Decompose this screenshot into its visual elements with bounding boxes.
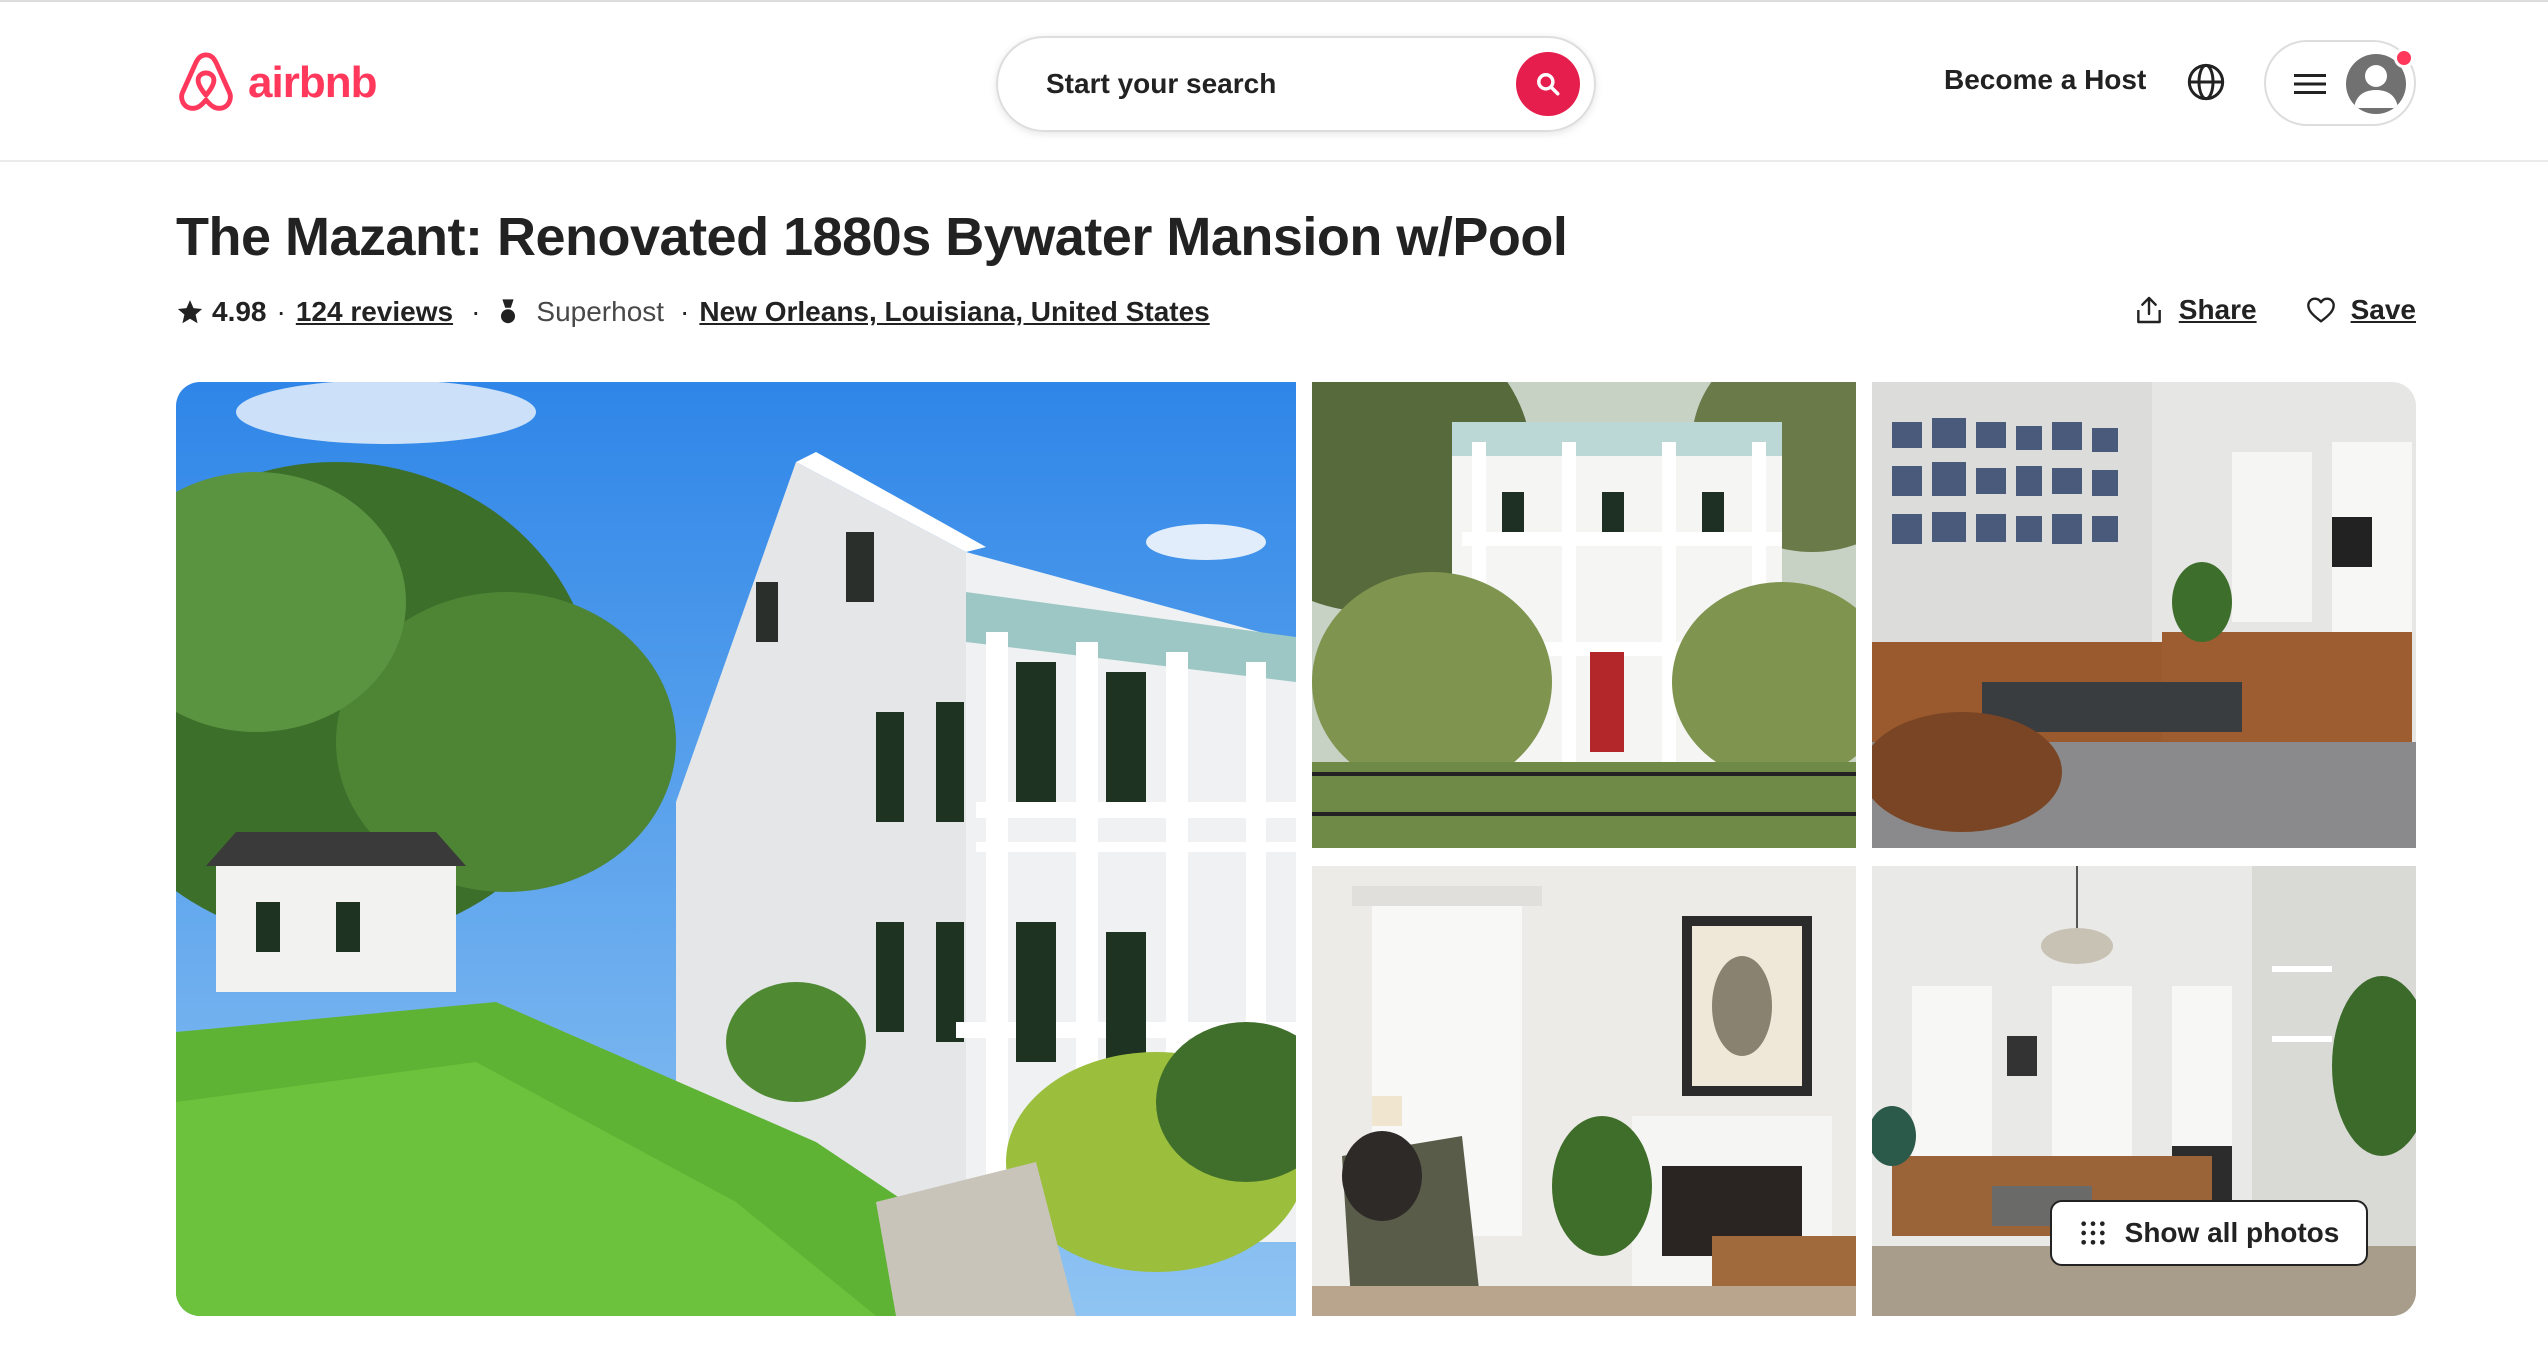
notification-dot <box>2394 48 2414 68</box>
site-header: airbnb Start your search Become a Host <box>0 2 2548 162</box>
share-label: Share <box>2178 294 2257 325</box>
search-button[interactable] <box>1516 52 1580 116</box>
share-button[interactable]: Share <box>2133 294 2257 326</box>
become-a-host-link[interactable]: Become a Host <box>1944 64 2146 96</box>
brand-wordmark: airbnb <box>248 58 377 107</box>
grid-dots-icon <box>2080 1221 2105 1245</box>
star-icon <box>177 300 203 324</box>
photo-living-room[interactable] <box>1872 382 2416 848</box>
profile-menu-button[interactable] <box>2264 40 2416 126</box>
location-link[interactable]: New Orleans, Louisiana, United States <box>699 296 1209 328</box>
search-label: Start your search <box>1046 68 1277 99</box>
separator: · <box>276 296 286 327</box>
globe-icon[interactable] <box>2186 62 2226 102</box>
listing-meta: 4.98 · 124 reviews · Superhost · New Orl… <box>176 292 1210 332</box>
show-all-photos-label: Show all photos <box>2124 1217 2340 1248</box>
search-icon <box>1537 73 1560 96</box>
listing-title: The Mazant: Renovated 1880s Bywater Mans… <box>176 207 1568 267</box>
hamburger-icon <box>2294 74 2326 94</box>
photo-sitting-area[interactable] <box>1312 866 1856 1316</box>
heart-icon <box>2306 297 2335 323</box>
airbnb-belo-icon <box>179 52 233 111</box>
superhost-medal-icon <box>501 299 516 324</box>
save-label: Save <box>2350 294 2416 325</box>
save-button[interactable]: Save <box>2305 294 2416 326</box>
listing-actions: Share Save <box>2133 294 2416 326</box>
airbnb-logo[interactable]: airbnb <box>176 50 377 116</box>
show-all-photos-button[interactable]: Show all photos <box>2050 1200 2368 1266</box>
photo-front-facade[interactable] <box>1312 382 1856 848</box>
search-bar[interactable]: Start your search <box>996 36 1596 132</box>
photo-gallery <box>176 382 2416 1316</box>
reviews-link[interactable]: 124 reviews <box>296 296 453 328</box>
rating-value: 4.98 <box>212 296 267 327</box>
share-icon <box>2136 296 2161 324</box>
separator: · <box>680 296 690 327</box>
separator: · <box>471 296 481 327</box>
photo-main-exterior[interactable] <box>176 382 1296 1316</box>
superhost-label: Superhost <box>536 296 665 327</box>
